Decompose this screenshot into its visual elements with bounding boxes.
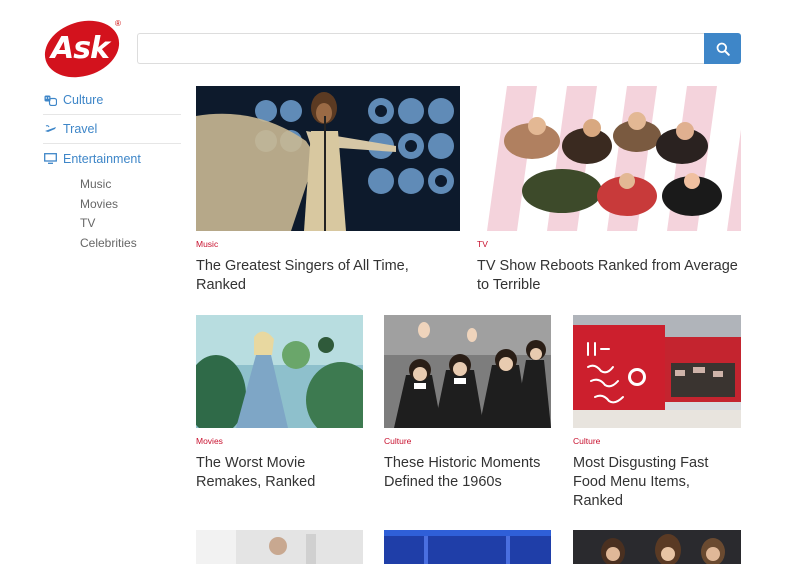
- sidebar-item-culture[interactable]: Culture: [43, 86, 181, 115]
- search-icon: [716, 42, 730, 56]
- article-category[interactable]: Culture: [573, 436, 741, 448]
- sidebar-item-label: Travel: [63, 122, 98, 136]
- logo-text: Ask: [50, 30, 110, 66]
- sidebar-item-entertainment[interactable]: Entertainment: [43, 144, 181, 173]
- sidebar-item-label: Entertainment: [63, 151, 141, 166]
- article-thumbnail[interactable]: [573, 315, 741, 428]
- article-card[interactable]: Culture Most Disgusting Fast Food Menu I…: [573, 315, 741, 511]
- article-title[interactable]: The Greatest Singers of All Time, Ranked: [196, 257, 460, 295]
- article-card[interactable]: Movies The Worst Movie Remakes, Ranked: [196, 315, 363, 492]
- sidebar-item-label: Culture: [63, 93, 104, 107]
- subcategory-movies[interactable]: Movies: [80, 195, 181, 215]
- search-button[interactable]: [704, 33, 741, 64]
- article-card[interactable]: [573, 530, 741, 564]
- sidebar-item-travel[interactable]: Travel: [43, 115, 181, 144]
- article-title[interactable]: These Historic Moments Defined the 1960s: [384, 454, 551, 492]
- article-thumbnail[interactable]: [196, 86, 460, 231]
- article-thumbnail[interactable]: [196, 315, 363, 428]
- article-category[interactable]: TV: [477, 239, 741, 251]
- search-input[interactable]: [137, 33, 705, 64]
- article-thumbnail[interactable]: [196, 530, 363, 564]
- article-category[interactable]: Culture: [384, 436, 551, 448]
- subcategory-music[interactable]: Music: [80, 175, 181, 195]
- article-card[interactable]: Music The Greatest Singers of All Time, …: [196, 86, 460, 295]
- article-thumbnail[interactable]: [477, 86, 741, 231]
- registered-mark: ®: [115, 19, 121, 28]
- subcategory-tv[interactable]: TV: [80, 214, 181, 234]
- article-category[interactable]: Music: [196, 239, 460, 251]
- article-card[interactable]: TV TV Show Reboots Ranked from Average t…: [477, 86, 741, 295]
- article-title[interactable]: Most Disgusting Fast Food Menu Items, Ra…: [573, 454, 741, 511]
- subcategory-celebrities[interactable]: Celebrities: [80, 234, 181, 254]
- theater-masks-icon: [43, 93, 57, 107]
- article-card[interactable]: [196, 530, 363, 564]
- article-thumbnail[interactable]: [573, 530, 741, 564]
- monitor-icon: [43, 152, 57, 166]
- airplane-icon: [43, 122, 57, 136]
- article-card[interactable]: [384, 530, 551, 564]
- category-sidebar: Culture Travel Entertainment Music Movie…: [43, 86, 181, 253]
- ask-logo[interactable]: Ask: [43, 19, 123, 79]
- article-category[interactable]: Movies: [196, 436, 363, 448]
- article-thumbnail[interactable]: [384, 315, 551, 428]
- article-card[interactable]: Culture These Historic Moments Defined t…: [384, 315, 551, 492]
- article-title[interactable]: TV Show Reboots Ranked from Average to T…: [477, 257, 741, 295]
- article-title[interactable]: The Worst Movie Remakes, Ranked: [196, 454, 363, 492]
- article-thumbnail[interactable]: [384, 530, 551, 564]
- subcategory-list: Music Movies TV Celebrities: [80, 175, 181, 253]
